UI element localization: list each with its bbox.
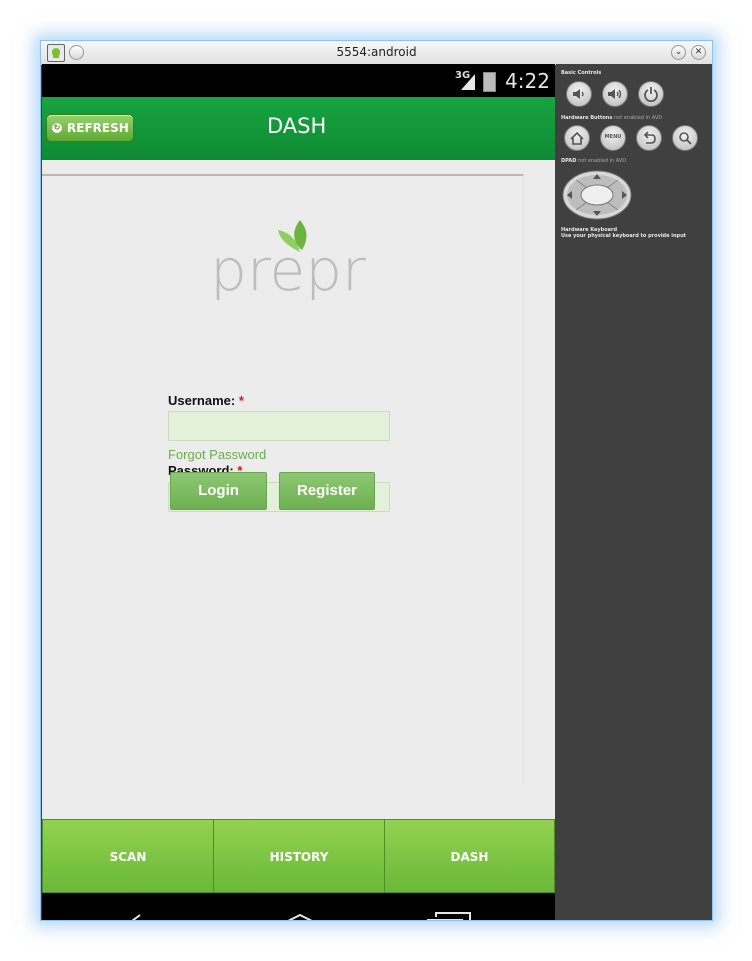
signal-icon <box>461 74 475 90</box>
username-label: Username: * <box>168 393 244 408</box>
username-input[interactable] <box>168 411 390 441</box>
battery-icon <box>483 72 496 92</box>
forgot-password-link[interactable]: Forgot Password <box>168 447 266 462</box>
dpad-title: DPAD <box>561 158 577 164</box>
login-content: prepr Username: * Password: * Forgot Pas… <box>42 160 555 819</box>
dpad-note: not enabled in AVD <box>578 158 627 164</box>
hardware-buttons-title: Hardware Buttons <box>561 115 613 121</box>
bottom-tab-bar: SCAN HISTORY DASH <box>42 819 555 893</box>
power-button[interactable] <box>638 81 664 107</box>
refresh-icon: ↻ <box>52 123 62 133</box>
basic-controls-label: Basic Controls <box>561 70 602 76</box>
device-screen: 3G 4:22 ↻ REFRESH DASH prepr Username: * <box>42 64 555 921</box>
back-icon[interactable] <box>124 913 174 921</box>
login-button[interactable]: Login <box>170 472 267 510</box>
content-divider <box>42 174 523 176</box>
menu-button-label: MENU <box>604 134 622 140</box>
android-nav-bar <box>42 893 555 921</box>
volume-up-icon <box>608 89 622 99</box>
hw-back-button[interactable] <box>636 125 662 151</box>
tab-history[interactable]: HISTORY <box>213 819 385 893</box>
search-icon <box>679 132 692 145</box>
back-arrow-icon <box>643 131 656 144</box>
page-title: DASH <box>267 114 327 138</box>
minimize-button[interactable]: ⌄ <box>671 45 686 60</box>
hardware-buttons-note: not enabled in AVD <box>614 115 663 121</box>
home-outline-icon <box>570 131 584 145</box>
close-window-button[interactable]: ✕ <box>691 45 706 60</box>
volume-down-icon <box>573 89 584 99</box>
keyboard-note: Use your physical keyboard to provide in… <box>561 233 687 239</box>
clock: 4:22 <box>505 69 550 93</box>
hardware-buttons-label: Hardware Buttons not enabled in AVD <box>561 115 662 121</box>
window-titlebar: 5554:android ⌄ ✕ <box>41 41 712 65</box>
app-bar: ↻ REFRESH DASH <box>42 97 555 160</box>
emulator-control-panel: Basic Controls Hardware Buttons not enab… <box>556 64 712 920</box>
dpad-control[interactable] <box>562 170 632 220</box>
volume-down-button[interactable] <box>566 81 592 107</box>
hw-home-button[interactable] <box>564 125 590 151</box>
register-button[interactable]: Register <box>279 472 375 510</box>
content-border <box>523 174 524 784</box>
tab-scan[interactable]: SCAN <box>42 819 214 893</box>
prepr-logo: prepr <box>210 220 366 300</box>
tab-dash[interactable]: DASH <box>384 819 555 893</box>
username-required-mark: * <box>238 393 244 408</box>
dpad-label: DPAD not enabled in AVD <box>561 158 626 164</box>
hw-menu-button[interactable]: MENU <box>600 125 626 151</box>
volume-up-button[interactable] <box>602 81 628 107</box>
power-icon <box>644 87 658 102</box>
username-label-text: Username: <box>168 393 236 408</box>
prepr-logo-text: prepr <box>210 236 366 300</box>
hw-search-button[interactable] <box>672 125 698 151</box>
refresh-label: REFRESH <box>67 121 129 135</box>
home-icon[interactable] <box>274 913 326 921</box>
refresh-button[interactable]: ↻ REFRESH <box>46 114 134 142</box>
emulator-window: 5554:android ⌄ ✕ 3G 4:22 ↻ REFRESH DASH … <box>40 40 713 921</box>
recent-apps-icon[interactable] <box>426 911 474 921</box>
status-bar: 3G 4:22 <box>42 64 555 97</box>
window-title: 5554:android <box>336 45 417 59</box>
